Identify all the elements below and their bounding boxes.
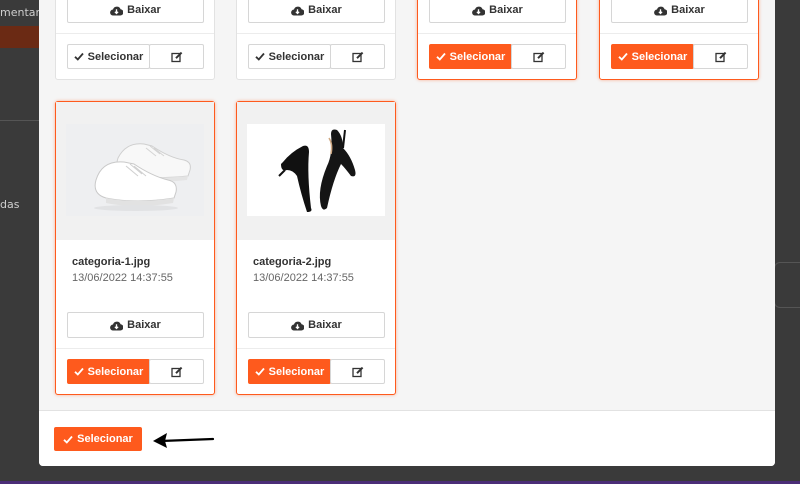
download-button[interactable]: Baixar	[429, 0, 566, 23]
edit-button[interactable]	[330, 359, 385, 384]
check-icon	[74, 367, 84, 376]
edit-icon	[532, 51, 545, 63]
download-label: Baixar	[489, 4, 523, 16]
edit-button[interactable]	[693, 44, 748, 69]
modal-footer: Selecionar	[39, 410, 775, 466]
cloud-download-icon	[110, 5, 124, 16]
background-orange-bar	[0, 26, 40, 48]
file-name: categoria-1.jpg	[72, 256, 151, 268]
cloud-download-icon	[654, 5, 668, 16]
file-name: categoria-2.jpg	[253, 256, 332, 268]
download-button[interactable]: Baixar	[248, 0, 385, 23]
arrow-left-icon	[151, 430, 215, 450]
select-button[interactable]: Selecionar	[248, 44, 331, 69]
select-label: Selecionar	[268, 50, 325, 63]
download-button[interactable]: Baixar	[67, 0, 204, 23]
white-sneakers-image	[66, 124, 204, 216]
cloud-download-icon	[291, 320, 305, 331]
download-label: Baixar	[671, 4, 705, 16]
media-card-top-1: Baixar Selecionar	[55, 0, 215, 80]
check-icon	[74, 52, 84, 61]
black-high-heels-image	[247, 124, 385, 216]
download-label: Baixar	[127, 4, 161, 16]
check-icon	[436, 52, 446, 61]
check-icon	[255, 367, 265, 376]
select-button[interactable]: Selecionar	[67, 44, 150, 69]
download-label: Baixar	[308, 319, 342, 331]
check-icon	[255, 52, 265, 61]
background-text-mid: das	[0, 198, 20, 211]
card-divider	[237, 33, 395, 34]
card-divider	[600, 33, 758, 34]
select-label: Selecionar	[631, 50, 688, 63]
select-button[interactable]: Selecionar	[611, 44, 694, 69]
select-label: Selecionar	[449, 50, 506, 63]
image-thumbnail	[56, 102, 214, 240]
edit-icon	[351, 51, 364, 63]
edit-button[interactable]	[149, 359, 204, 384]
edit-icon	[351, 366, 364, 378]
download-button[interactable]: Baixar	[611, 0, 748, 23]
edit-icon	[170, 51, 183, 63]
cloud-download-icon	[291, 5, 305, 16]
edit-button[interactable]	[149, 44, 204, 69]
select-label: Selecionar	[268, 365, 325, 378]
card-divider	[56, 33, 214, 34]
file-date: 13/06/2022 14:37:55	[253, 272, 354, 284]
select-button[interactable]: Selecionar	[67, 359, 150, 384]
media-card-top-4: Baixar Selecionar	[599, 0, 759, 80]
edit-button[interactable]	[330, 44, 385, 69]
card-divider	[418, 33, 576, 34]
file-date: 13/06/2022 14:37:55	[72, 272, 173, 284]
media-card[interactable]: categoria-1.jpg 13/06/2022 14:37:55 Baix…	[55, 101, 215, 395]
media-grid: Baixar Selecionar Baixar Selecionar Baix…	[39, 0, 775, 410]
confirm-select-button[interactable]: Selecionar	[54, 427, 142, 451]
background-right-element	[774, 262, 800, 308]
background-divider	[0, 120, 40, 121]
cloud-download-icon	[110, 320, 124, 331]
download-label: Baixar	[127, 319, 161, 331]
media-card-top-3: Baixar Selecionar	[417, 0, 577, 80]
media-card[interactable]: categoria-2.jpg 13/06/2022 14:37:55 Baix…	[236, 101, 396, 395]
select-label: Selecionar	[87, 365, 144, 378]
check-icon	[63, 435, 73, 444]
edit-button[interactable]	[511, 44, 566, 69]
confirm-select-label: Selecionar	[77, 433, 133, 445]
cloud-download-icon	[472, 5, 486, 16]
card-divider	[56, 348, 214, 349]
select-button[interactable]: Selecionar	[429, 44, 512, 69]
media-card-top-2: Baixar Selecionar	[236, 0, 396, 80]
select-button[interactable]: Selecionar	[248, 359, 331, 384]
select-label: Selecionar	[87, 50, 144, 63]
download-button[interactable]: Baixar	[67, 312, 204, 338]
check-icon	[618, 52, 628, 61]
download-button[interactable]: Baixar	[248, 312, 385, 338]
download-label: Baixar	[308, 4, 342, 16]
media-gallery-modal: Baixar Selecionar Baixar Selecionar Baix…	[39, 0, 775, 466]
edit-icon	[170, 366, 183, 378]
edit-icon	[714, 51, 727, 63]
image-thumbnail	[237, 102, 395, 240]
card-divider	[237, 348, 395, 349]
